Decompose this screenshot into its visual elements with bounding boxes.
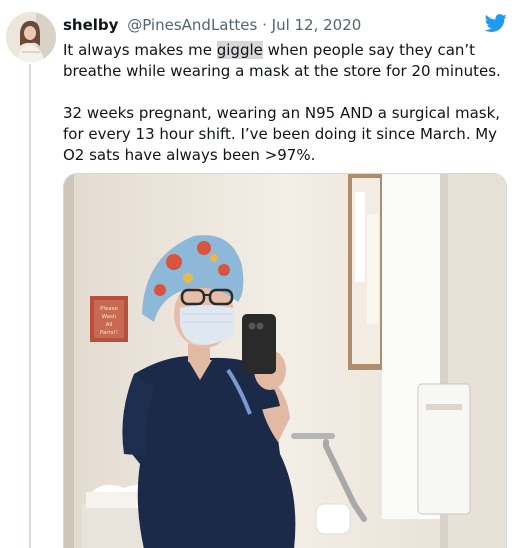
mirror-selfie-image: Please Wash All Parts!!: [64, 174, 506, 548]
thread-line: [29, 64, 31, 548]
text-segment: It always makes me: [63, 41, 217, 59]
tweet-paragraph-1: It always makes me giggle when people sa…: [63, 40, 513, 82]
highlighted-word: giggle: [216, 41, 263, 59]
tweet-header: shelby @PinesAndLattes · Jul 12, 2020: [63, 15, 361, 35]
sign-text: Please: [100, 306, 118, 312]
user-handle[interactable]: @PinesAndLattes: [127, 16, 257, 34]
tweet-card[interactable]: shelby @PinesAndLattes · Jul 12, 2020 It…: [0, 0, 525, 548]
tweet-text: It always makes me giggle when people sa…: [63, 40, 513, 166]
separator-dot: ·: [262, 16, 267, 34]
avatar[interactable]: [6, 12, 56, 62]
tweet-media-photo[interactable]: Please Wash All Parts!!: [63, 173, 507, 548]
sign-text: All: [106, 322, 113, 328]
twitter-bird-icon[interactable]: [483, 12, 509, 34]
avatar-photo: [6, 12, 56, 62]
sign-text: Wash: [102, 314, 117, 320]
tweet-paragraph-2: 32 weeks pregnant, wearing an N95 AND a …: [63, 104, 501, 164]
display-name[interactable]: shelby: [63, 16, 118, 34]
wall-sign: Please Wash All Parts!!: [90, 296, 128, 342]
sign-text: Parts!!: [100, 330, 118, 336]
tweet-date[interactable]: Jul 12, 2020: [272, 16, 362, 34]
